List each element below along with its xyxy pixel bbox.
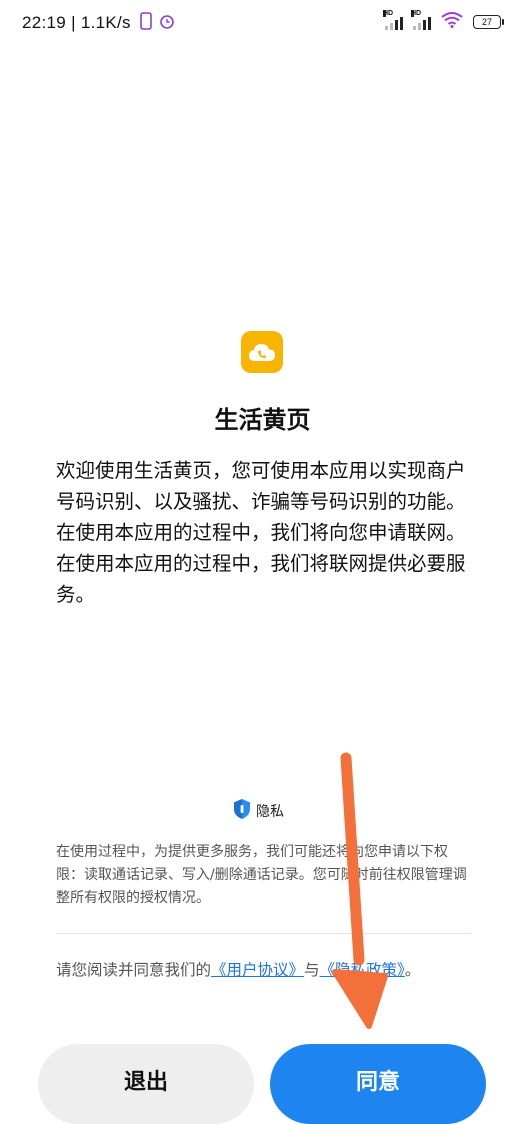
intro-text: 欢迎使用生活黄页，您可使用本应用以实现商户号码识别、以及骚扰、诈骗等号码识别的功… [56, 459, 466, 606]
agree-button-label: 同意 [355, 1070, 400, 1095]
phone-icon [140, 12, 152, 35]
app-title: 生活黄页 [214, 406, 311, 434]
status-bar: 22:19 | 1.1K/s HD HD 27 [0, 0, 525, 44]
agree-prefix: 请您阅读并同意我们的 [56, 961, 212, 979]
app-logo-icon [241, 331, 283, 373]
signal-icon-2: HD [411, 10, 431, 30]
status-time: 22:19 | 1.1K/s [22, 12, 175, 35]
permissions-text: 在使用过程中，为提供更多服务，我们可能还将向您申请以下权限：读取通话记录、写入/… [56, 844, 467, 906]
user-agreement-link[interactable]: 《用户协议》 [211, 961, 304, 979]
wifi-icon [441, 12, 463, 32]
signal-icon: HD [383, 10, 403, 30]
exit-button-label: 退出 [123, 1070, 168, 1095]
period-text: 。 [404, 961, 421, 979]
divider [56, 933, 471, 934]
battery-icon: 27 [473, 15, 504, 29]
shield-icon [232, 798, 252, 824]
exit-button[interactable]: 退出 [38, 1044, 254, 1124]
network-speed: 1.1K/s [80, 13, 131, 32]
status-icons: HD HD 27 [383, 10, 504, 32]
privacy-badge-label: 隐私 [256, 804, 284, 820]
and-text: 与 [304, 961, 320, 979]
privacy-policy-link[interactable]: 《隐私政策》 [320, 961, 405, 979]
clock-text: 22:19 [22, 13, 67, 32]
alarm-icon [159, 14, 175, 35]
agreement-text: 请您阅读并同意我们的《用户协议》与《隐私政策》。 [56, 957, 474, 984]
agree-button[interactable]: 同意 [270, 1044, 486, 1124]
privacy-badge: 隐私 [232, 798, 284, 824]
